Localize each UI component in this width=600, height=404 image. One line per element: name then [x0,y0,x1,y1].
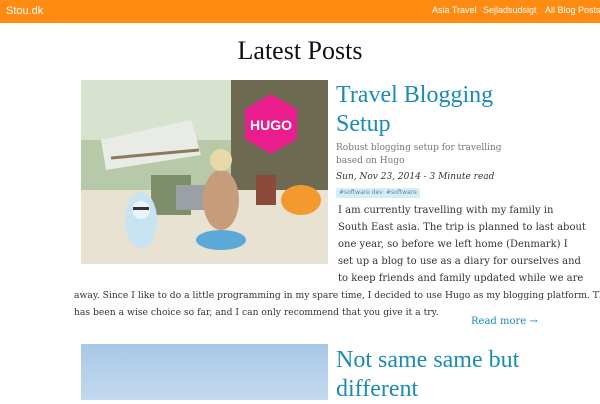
post-body-line: South East asia. The trip is planned to … [338,222,586,233]
post-subtitle: Robust blogging setup for travelling bas… [336,143,502,166]
tag-software[interactable]: #software [383,188,420,198]
post-title-line-2: Setup [336,111,391,137]
post-thumbnail[interactable] [81,344,328,400]
post-title-line-1: Travel Blogging [336,82,494,108]
nav-all-blog-posts[interactable]: All Blog Posts [545,5,600,15]
post-title-link[interactable]: Travel Blogging Setup [336,81,536,139]
nav-asia-travel[interactable]: Asia Travel [432,5,477,15]
site-brand-link[interactable]: Stou.dk [6,5,43,17]
post-thumbnail[interactable]: HUGO [81,80,328,264]
page-title: Latest Posts [237,36,363,65]
post-meta: Sun, Nov 23, 2014 - 3 Minute read [336,172,495,182]
post-body-line: set up a blog to use as a diary for ours… [338,256,581,267]
post-body-line: one year, so before we left home (Denmar… [338,239,568,250]
post-body-line: away. Since I like to do a little progra… [74,290,600,301]
post-body-line: I am currently travelling with my family… [338,205,554,216]
post-title-link[interactable]: Not same same but different [336,346,536,404]
post-title-line-2: different [336,376,419,402]
post-thumbnail-image: HUGO [81,80,328,264]
read-more-link[interactable]: Read more → [471,316,538,327]
hugo-logo-text: HUGO [250,117,292,133]
post-title-line-1: Not same same but [336,347,520,373]
nav-sejladsudsigt[interactable]: Sejladsudsigt [483,5,537,15]
top-navbar: Stou.dk Asia Travel Sejladsudsigt All Bl… [0,0,600,23]
post-body-line: to keep friends and family updated while… [338,273,584,284]
post-body-line: has been a wise choice so far, and I can… [74,307,439,318]
